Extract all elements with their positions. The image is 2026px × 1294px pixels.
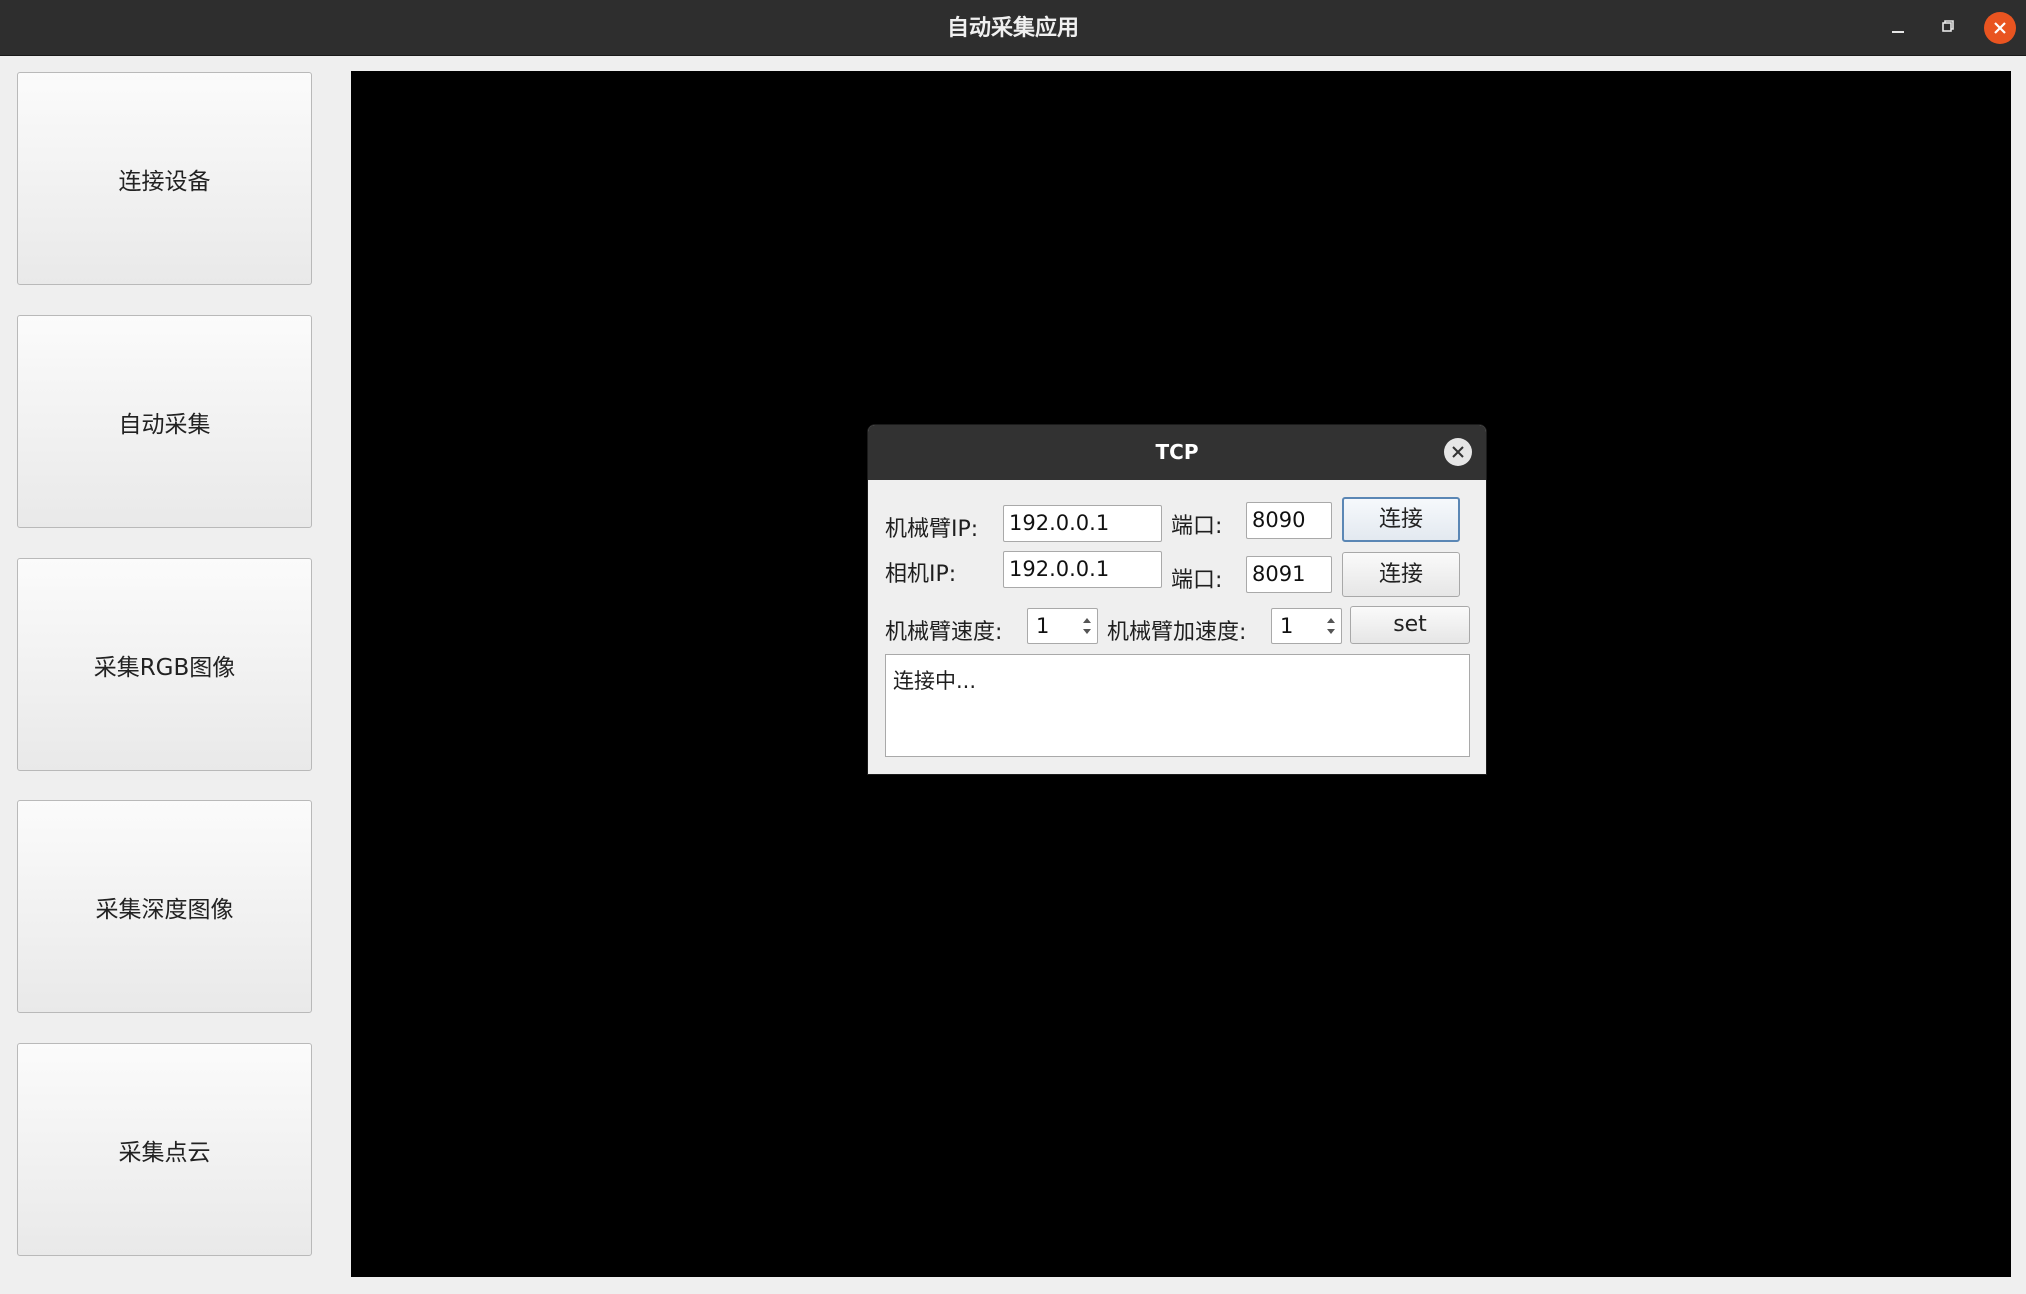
camera-ip-label: 相机IP: [885,562,957,587]
arm-speed-label: 机械臂速度: [885,620,1003,645]
close-icon [1994,22,2006,34]
close-button[interactable] [1984,12,2016,44]
arm-ip-label: 机械臂IP: [885,517,979,542]
spin-arrows-icon[interactable] [1321,609,1341,643]
app-window: 自动采集应用 连接设备 自动采集 采集RGB图像 采集深度图像 采集点云 TCP [0,0,2026,1294]
connect-device-button[interactable]: 连接设备 [17,72,312,285]
spin-arrows-icon[interactable] [1077,609,1097,643]
log-textarea[interactable]: 连接中... [885,654,1470,757]
arm-connect-button[interactable]: 连接 [1342,497,1460,542]
close-icon [1452,446,1464,458]
auto-capture-button[interactable]: 自动采集 [17,315,312,528]
minimize-icon [1892,31,1904,33]
camera-connect-button[interactable]: 连接 [1342,552,1460,597]
capture-pointcloud-button[interactable]: 采集点云 [17,1043,312,1256]
arm-accel-label: 机械臂加速度: [1107,620,1247,645]
set-button[interactable]: set [1350,606,1470,644]
arm-accel-spinbox[interactable]: 1 [1271,608,1342,644]
maximize-icon [1942,20,1954,32]
maximize-button[interactable] [1932,12,1964,44]
arm-speed-value: 1 [1036,614,1050,638]
arm-accel-value: 1 [1280,614,1294,638]
minimize-button[interactable] [1882,12,1914,44]
dialog-close-button[interactable] [1444,438,1472,466]
camera-port-label: 端口: [1171,568,1223,593]
arm-port-input[interactable]: 8090 [1246,502,1332,539]
title-bar: 自动采集应用 [0,0,2026,56]
camera-port-input[interactable]: 8091 [1246,556,1332,593]
capture-rgb-button[interactable]: 采集RGB图像 [17,558,312,771]
arm-ip-input[interactable]: 192.0.0.1 [1003,505,1162,542]
capture-depth-button[interactable]: 采集深度图像 [17,800,312,1013]
arm-speed-spinbox[interactable]: 1 [1027,608,1098,644]
camera-ip-input[interactable]: 192.0.0.1 [1003,551,1162,588]
tcp-dialog: TCP 机械臂IP: 192.0.0.1 端口: 8090 连接 相机IP: 1… [868,425,1486,774]
dialog-title: TCP [868,425,1486,480]
arm-port-label: 端口: [1171,514,1223,539]
window-title: 自动采集应用 [946,16,1079,41]
